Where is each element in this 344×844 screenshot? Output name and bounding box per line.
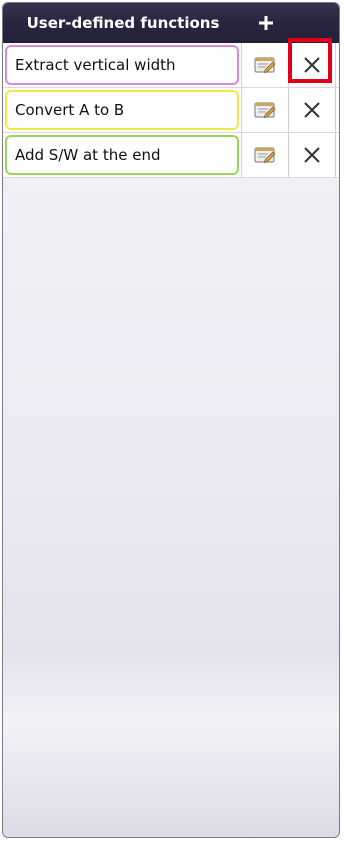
delete-button[interactable] [288,133,336,177]
add-function-button[interactable] [249,6,283,40]
function-row: Extract vertical width [3,43,339,88]
function-list: Extract vertical width Convert A to B Ad… [3,43,339,178]
panel-title: User-defined functions [26,14,220,32]
function-name[interactable]: Convert A to B [5,90,239,130]
edit-button[interactable] [241,43,287,87]
delete-button[interactable] [288,43,336,87]
close-icon [304,102,320,118]
close-icon [304,57,320,73]
user-defined-functions-panel: User-defined functions Extract vertical … [2,2,340,838]
edit-notepad-icon [254,147,276,164]
edit-notepad-icon [254,57,276,74]
edit-button[interactable] [241,133,287,177]
panel-header: User-defined functions [3,3,339,44]
edit-button[interactable] [241,88,287,132]
function-name[interactable]: Extract vertical width [5,45,239,85]
function-row: Add S/W at the end [3,133,339,178]
function-row: Convert A to B [3,88,339,133]
plus-icon [259,16,273,30]
function-name[interactable]: Add S/W at the end [5,135,239,175]
edit-notepad-icon [254,102,276,119]
close-icon [304,147,320,163]
delete-button[interactable] [288,88,336,132]
